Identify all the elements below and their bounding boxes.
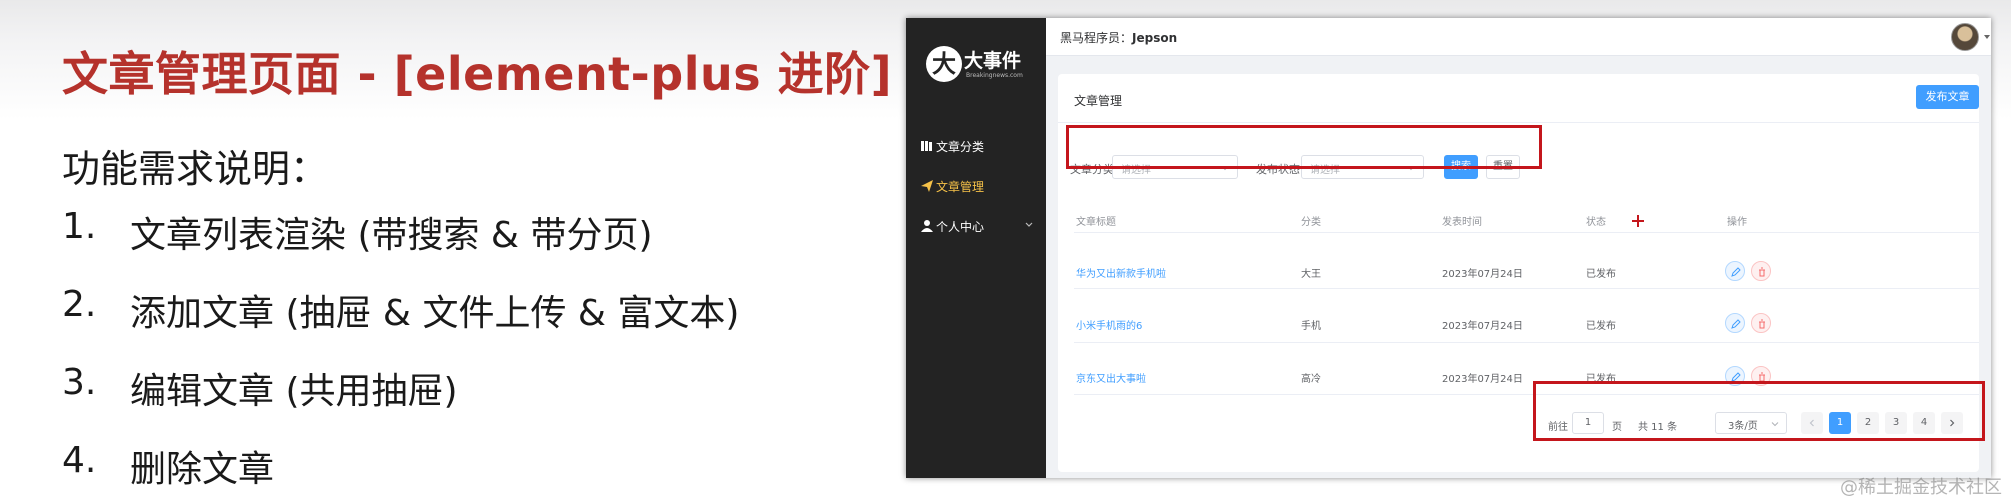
article-category: 手机 xyxy=(1301,321,1321,332)
sidebar: 大 大事件 Breakingnews.com 文章分类 文章管理 个人中心 xyxy=(906,18,1046,478)
caret-down-icon[interactable] xyxy=(1983,33,1991,41)
user-prefix: 黑马程序员： xyxy=(1060,31,1133,45)
article-title-link[interactable]: 京东又出大事啦 xyxy=(1076,370,1146,385)
requirement-text: 编辑文章 (共用抽屉) xyxy=(130,371,458,412)
slide-subtitle: 功能需求说明： xyxy=(62,147,329,191)
publish-article-button[interactable]: 发布文章 xyxy=(1916,85,1979,109)
crosshair-cursor-icon xyxy=(1632,215,1644,227)
sidebar-item-article-category[interactable]: 文章分类 xyxy=(906,126,1046,166)
logo-subtext: Breakingnews.com xyxy=(966,72,1023,79)
requirement-text: 删除文章 xyxy=(130,449,275,490)
requirement-number: 4. xyxy=(62,440,97,481)
folder-icon xyxy=(921,141,932,151)
column-header-category: 分类 xyxy=(1301,217,1321,228)
user-name: Jepson xyxy=(1132,31,1178,45)
card-divider xyxy=(1058,122,1979,123)
slide-title: 文章管理页面 - [element-plus 进阶] xyxy=(62,47,893,101)
avatar[interactable] xyxy=(1951,23,1979,51)
topbar: 黑马程序员：Jepson xyxy=(1046,18,1991,56)
sidebar-item-article-manage[interactable]: 文章管理 xyxy=(906,166,1046,206)
article-status: 已发布 xyxy=(1586,269,1616,280)
logo-mark: 大 xyxy=(926,46,962,82)
filter-highlight-box xyxy=(1066,125,1542,169)
card-title: 文章管理 xyxy=(1074,94,1123,108)
column-header-title: 文章标题 xyxy=(1076,217,1116,228)
sidebar-item-user-center[interactable]: 个人中心 xyxy=(906,206,1046,246)
paper-plane-icon xyxy=(921,180,933,192)
trash-icon xyxy=(1759,319,1765,329)
watermark: @稀土掘金技术社区 xyxy=(1840,477,2002,498)
article-category: 高冷 xyxy=(1301,374,1321,385)
requirement-number: 3. xyxy=(62,362,97,403)
article-title-link[interactable]: 小米手机雨的6 xyxy=(1076,317,1142,332)
edit-button[interactable] xyxy=(1725,261,1745,281)
article-date: 2023年07月24日 xyxy=(1442,374,1523,385)
app-logo[interactable]: 大 大事件 Breakingnews.com xyxy=(926,42,1026,92)
article-status: 已发布 xyxy=(1586,321,1616,332)
chevron-down-icon xyxy=(1025,222,1033,227)
requirement-number: 2. xyxy=(62,284,97,325)
article-date: 2023年07月24日 xyxy=(1442,269,1523,280)
sidebar-item-label: 文章管理 xyxy=(936,180,985,194)
app-screenshot: 大 大事件 Breakingnews.com 文章分类 文章管理 个人中心 黑马… xyxy=(906,18,1991,478)
column-header-status: 状态 xyxy=(1586,217,1606,228)
user-icon xyxy=(921,220,933,232)
sidebar-item-label: 文章分类 xyxy=(936,140,985,154)
requirement-number: 1. xyxy=(62,206,97,247)
logo-text: 大事件 xyxy=(964,50,1022,72)
article-title-link[interactable]: 华为又出新款手机啦 xyxy=(1076,265,1166,280)
trash-icon xyxy=(1759,267,1765,277)
user-label: 黑马程序员：Jepson xyxy=(1060,29,1177,46)
requirement-text: 添加文章 (抽屉 & 文件上传 & 富文本) xyxy=(130,293,740,334)
edit-icon xyxy=(1731,267,1741,277)
article-category: 大王 xyxy=(1301,269,1321,280)
table-divider xyxy=(1074,342,1979,343)
column-header-date: 发表时间 xyxy=(1442,217,1482,228)
edit-button[interactable] xyxy=(1725,313,1745,333)
requirement-text: 文章列表渲染 (带搜索 & 带分页) xyxy=(130,215,653,256)
table-divider xyxy=(1074,232,1979,233)
article-date: 2023年07月24日 xyxy=(1442,321,1523,332)
table-divider xyxy=(1074,288,1979,289)
column-header-actions: 操作 xyxy=(1727,217,1747,228)
edit-icon xyxy=(1731,319,1741,329)
delete-button[interactable] xyxy=(1751,261,1771,281)
delete-button[interactable] xyxy=(1751,313,1771,333)
sidebar-item-label: 个人中心 xyxy=(936,220,985,234)
pagination-highlight-box xyxy=(1533,381,1985,441)
